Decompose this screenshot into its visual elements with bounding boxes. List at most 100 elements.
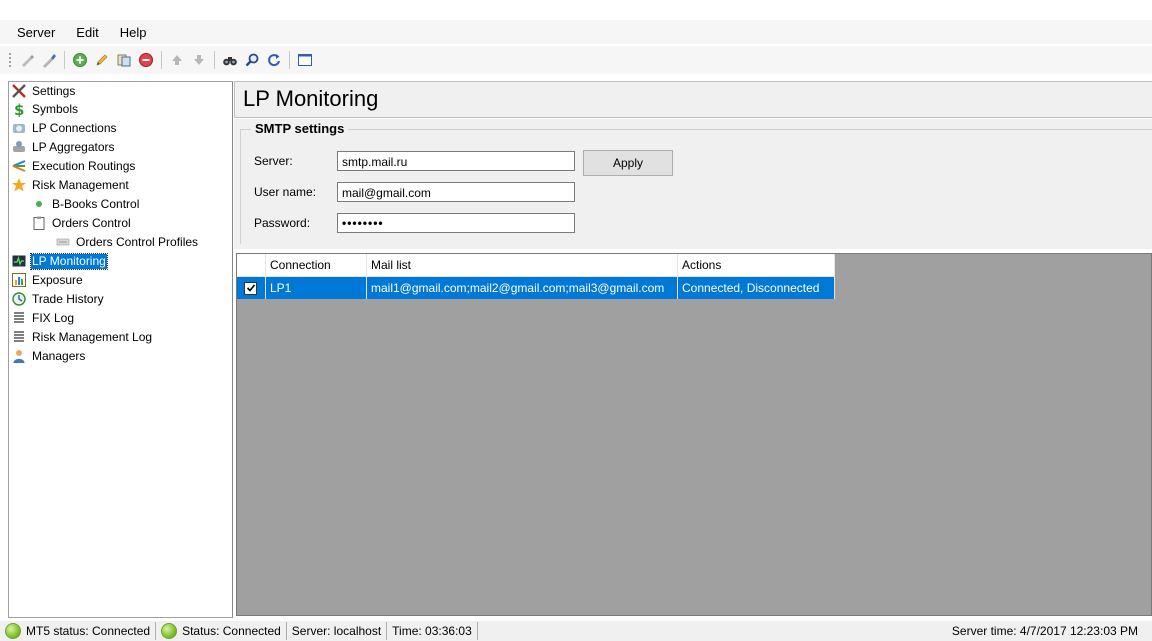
tree-item-label: Risk Management Log bbox=[32, 329, 153, 344]
password-input[interactable]: •••••••• bbox=[337, 213, 575, 233]
toolbar-grip[interactable] bbox=[8, 52, 12, 68]
log-icon bbox=[11, 310, 27, 326]
toolbar-separator bbox=[161, 51, 162, 69]
checkbox-column-header[interactable] bbox=[237, 254, 266, 277]
monitoring-grid: Connection Mail list Actions LP1 mail1@g… bbox=[236, 253, 1152, 616]
tree-item-symbols[interactable]: $ Symbols bbox=[11, 100, 79, 118]
menu-help[interactable]: Help bbox=[109, 25, 157, 40]
tree-item-lp-aggregators[interactable]: LP Aggregators bbox=[11, 138, 116, 156]
tree-item-execution-routings[interactable]: Execution Routings bbox=[11, 157, 136, 175]
table-row[interactable]: LP1 mail1@gmail.com;mail2@gmail.com;mail… bbox=[237, 276, 835, 299]
tree-item-settings[interactable]: Settings bbox=[11, 82, 76, 100]
page-title: LP Monitoring bbox=[243, 86, 379, 111]
tree-item-trade-history[interactable]: Trade History bbox=[11, 290, 105, 308]
tree-item-label: Orders Control Profiles bbox=[76, 234, 199, 249]
server-label: Server: bbox=[254, 154, 293, 168]
window-icon[interactable] bbox=[295, 50, 315, 70]
refresh-icon[interactable] bbox=[264, 50, 284, 70]
tree-item-label: B-Books Control bbox=[52, 196, 140, 211]
user-name-label: User name: bbox=[254, 185, 317, 199]
tree-item-lp-monitoring[interactable]: LP Monitoring bbox=[11, 252, 108, 270]
server-segment: Server: localhost bbox=[287, 622, 388, 640]
server-time-text: Server time: 4/7/2017 12:23:03 PM bbox=[951, 624, 1138, 638]
smtp-settings-group: SMTP settings Server: smtp.mail.ru Apply… bbox=[240, 121, 1152, 244]
tree-item-label: Exposure bbox=[32, 272, 83, 287]
move-down-icon[interactable] bbox=[189, 50, 209, 70]
copy-icon[interactable] bbox=[114, 50, 134, 70]
apply-button[interactable]: Apply bbox=[583, 150, 673, 176]
tree-item-managers[interactable]: Managers bbox=[11, 347, 86, 365]
main-content: LP Monitoring SMTP settings Server: smtp… bbox=[234, 81, 1152, 616]
menu-server[interactable]: Server bbox=[0, 25, 65, 40]
user-icon bbox=[11, 348, 27, 364]
lp-aggregators-icon bbox=[11, 139, 27, 155]
mt5-status-led-icon bbox=[5, 623, 21, 639]
lp-connections-icon bbox=[11, 120, 27, 136]
tree-item-label: Execution Routings bbox=[32, 158, 136, 173]
tree-item-exposure[interactable]: Exposure bbox=[11, 271, 84, 289]
tree-item-lp-connections[interactable]: LP Connections bbox=[11, 119, 118, 137]
tree-item-label: LP Connections bbox=[32, 120, 117, 135]
monitoring-table: Connection Mail list Actions LP1 mail1@g… bbox=[237, 254, 835, 299]
delete-icon[interactable] bbox=[136, 50, 156, 70]
toolbar bbox=[0, 46, 1152, 74]
tree-item-label: Orders Control bbox=[52, 215, 131, 230]
server-input[interactable]: smtp.mail.ru bbox=[337, 151, 575, 171]
cell-connection[interactable]: LP1 bbox=[265, 276, 367, 299]
row-checkbox[interactable] bbox=[244, 281, 257, 295]
status-bar: MT5 status: Connected Status: Connected … bbox=[0, 621, 1152, 641]
tree-item-fix-log[interactable]: FIX Log bbox=[11, 309, 75, 327]
row-checkbox-cell[interactable] bbox=[237, 276, 266, 299]
table-header-row: Connection Mail list Actions bbox=[237, 254, 835, 277]
connect-icon[interactable] bbox=[17, 50, 37, 70]
tree-item-label: LP Aggregators bbox=[32, 139, 115, 154]
tools-icon bbox=[11, 83, 27, 99]
risk-icon bbox=[11, 177, 27, 193]
column-header-actions[interactable]: Actions bbox=[677, 254, 835, 277]
toolbar-separator bbox=[289, 51, 290, 69]
routing-icon bbox=[11, 158, 27, 174]
navigation-tree: Settings $ Symbols LP Connections LP Agg… bbox=[8, 81, 233, 618]
user-name-input[interactable]: mail@gmail.com bbox=[337, 182, 575, 202]
tree-item-risk-management[interactable]: Risk Management bbox=[11, 176, 130, 194]
clipboard-icon bbox=[31, 215, 47, 231]
tree-item-orders-control-profiles[interactable]: Orders Control Profiles bbox=[55, 233, 199, 251]
cell-mail-list[interactable]: mail1@gmail.com;mail2@gmail.com;mail3@gm… bbox=[366, 276, 678, 299]
disconnect-icon[interactable] bbox=[39, 50, 59, 70]
edit-icon[interactable] bbox=[92, 50, 112, 70]
find-icon[interactable] bbox=[220, 50, 240, 70]
smtp-settings-panel: SMTP settings Server: smtp.mail.ru Apply… bbox=[234, 119, 1152, 249]
tree-item-risk-management-log[interactable]: Risk Management Log bbox=[11, 328, 153, 346]
tree-item-label: Symbols bbox=[32, 101, 79, 116]
time-segment: Time: 03:36:03 bbox=[387, 622, 478, 640]
menu-bar: Server Edit Help bbox=[0, 20, 1152, 44]
menu-edit[interactable]: Edit bbox=[65, 25, 108, 40]
history-icon bbox=[11, 291, 27, 307]
move-up-icon[interactable] bbox=[167, 50, 187, 70]
dollar-icon: $ bbox=[11, 101, 27, 117]
profiles-icon bbox=[55, 234, 71, 250]
column-header-connection[interactable]: Connection bbox=[265, 254, 367, 277]
tree-item-label: LP Monitoring bbox=[30, 252, 108, 270]
status-led-icon bbox=[161, 623, 178, 639]
server-text: Server: localhost bbox=[291, 624, 382, 638]
mt5-status-text: MT5 status: Connected bbox=[26, 624, 151, 638]
time-text: Time: 03:36:03 bbox=[392, 624, 472, 638]
log-icon bbox=[11, 329, 27, 345]
toolbar-separator bbox=[214, 51, 215, 69]
tree-item-label: Trade History bbox=[32, 291, 104, 306]
app-window: Server Edit Help Settings $ Symbols LP C… bbox=[0, 0, 1152, 641]
tree-item-label: Risk Management bbox=[32, 177, 129, 192]
password-label: Password: bbox=[254, 216, 311, 230]
tree-item-b-books-control[interactable]: B-Books Control bbox=[31, 195, 140, 213]
toolbar-separator bbox=[64, 51, 65, 69]
tree-item-label: Settings bbox=[32, 83, 76, 98]
column-header-mail-list[interactable]: Mail list bbox=[366, 254, 678, 277]
search-icon[interactable] bbox=[242, 50, 262, 70]
tree-item-label: FIX Log bbox=[32, 310, 75, 325]
tree-item-label: Managers bbox=[32, 348, 86, 363]
cell-actions[interactable]: Connected, Disconnected bbox=[677, 276, 835, 299]
tree-item-orders-control[interactable]: Orders Control bbox=[31, 214, 132, 232]
bbook-icon bbox=[31, 196, 47, 212]
add-icon[interactable] bbox=[70, 50, 90, 70]
